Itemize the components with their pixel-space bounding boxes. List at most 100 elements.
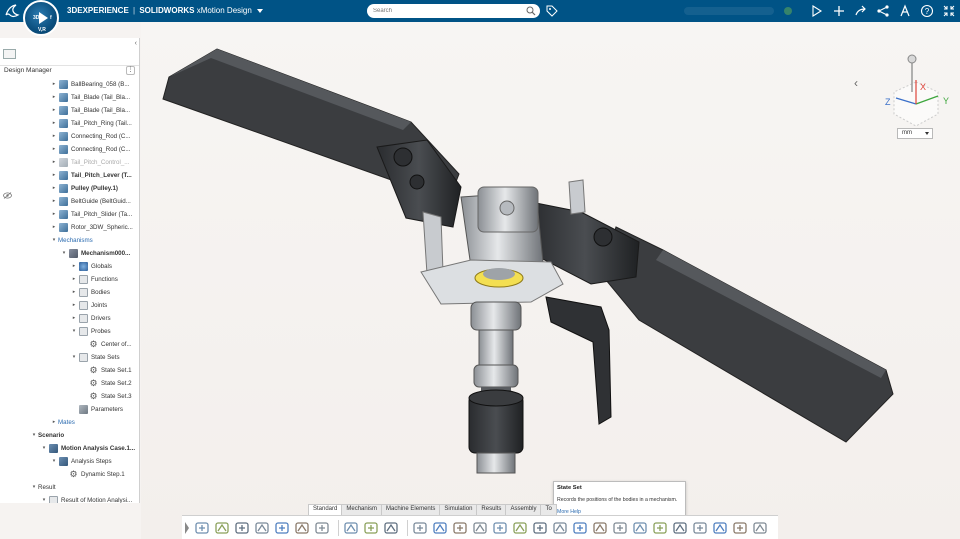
tree-item[interactable]: ▸ Joints: [0, 299, 139, 311]
tree-item[interactable]: ⚙ Center of...: [0, 338, 139, 350]
user-area[interactable]: [684, 7, 774, 15]
collapsed-arrow-icon[interactable]: ▸: [50, 159, 58, 165]
collapsed-arrow-icon[interactable]: ▸: [50, 133, 58, 139]
expanded-arrow-icon[interactable]: ▾: [70, 328, 78, 334]
tree-item[interactable]: ▾ Mechanism000...: [0, 247, 139, 259]
tree-tab-icon[interactable]: [3, 49, 16, 59]
3ds-logo-icon[interactable]: [4, 3, 20, 19]
more-options-icon[interactable]: ⋮: [126, 66, 135, 75]
tree-item[interactable]: ⚙ State Set.1: [0, 364, 139, 376]
expanded-arrow-icon[interactable]: ▾: [30, 484, 38, 490]
collapsed-arrow-icon[interactable]: ▸: [70, 315, 78, 321]
tree-item[interactable]: Parameters: [0, 403, 139, 415]
tree-item[interactable]: ▸ Mates: [0, 416, 139, 428]
tree-item[interactable]: ▸ Tail_Pitch_Control_...: [0, 156, 139, 168]
tree-item[interactable]: ▸ Connecting_Rod (C...: [0, 143, 139, 155]
driver-icon[interactable]: [532, 520, 548, 536]
expanded-arrow-icon[interactable]: ▾: [50, 458, 58, 464]
tree-item[interactable]: ▸ Tail_Blade (Tail_Bla...: [0, 91, 139, 103]
collapsed-arrow-icon[interactable]: ▸: [50, 198, 58, 204]
tree-item[interactable]: ▸ Tail_Blade (Tail_Bla...: [0, 104, 139, 116]
tab-mechanism[interactable]: Mechanism: [341, 504, 383, 515]
tree-item[interactable]: ▸ Pulley (Pulley.1): [0, 182, 139, 194]
share-icon[interactable]: [810, 4, 824, 18]
tree-item[interactable]: ⚙ Dynamic Step.1: [0, 468, 139, 480]
collapsed-arrow-icon[interactable]: ▸: [70, 263, 78, 269]
tree-item[interactable]: ▾ Result of Motion Analysi...: [0, 494, 139, 503]
expanded-arrow-icon[interactable]: ▾: [50, 237, 58, 243]
tree-item[interactable]: ▸ BeltGuide (BeltGuid...: [0, 195, 139, 207]
rotor-assembly-model[interactable]: [141, 22, 960, 539]
axis-triad-icon[interactable]: X Y Z: [876, 52, 956, 132]
tab-assembly[interactable]: Assembly: [505, 504, 542, 515]
search-icon[interactable]: [526, 6, 536, 16]
collapsed-arrow-icon[interactable]: ▸: [50, 211, 58, 217]
tree-item[interactable]: ⚙ State Set.3: [0, 390, 139, 402]
expanded-arrow-icon[interactable]: ▾: [30, 432, 38, 438]
network-icon[interactable]: [876, 4, 890, 18]
step-icon[interactable]: [672, 520, 688, 536]
tree-item[interactable]: ▾ Motion Analysis Case.1...: [0, 442, 139, 454]
search-input[interactable]: [367, 4, 517, 18]
close-fullscreen-icon[interactable]: [942, 4, 956, 18]
collapsed-arrow-icon[interactable]: ▸: [50, 94, 58, 100]
redo-icon[interactable]: [363, 520, 379, 536]
help-icon[interactable]: ?: [920, 4, 934, 18]
app-title[interactable]: 3DEXPERIENCE | SOLIDWORKS xMotion Design: [67, 6, 264, 15]
tree-item[interactable]: ▸ Drivers: [0, 312, 139, 324]
collapsed-arrow-icon[interactable]: ▸: [50, 224, 58, 230]
state-set-icon[interactable]: [552, 520, 568, 536]
tab-simulation[interactable]: Simulation: [439, 504, 478, 515]
collapsed-arrow-icon[interactable]: ▸: [50, 419, 58, 425]
collapsed-arrow-icon[interactable]: ▸: [50, 107, 58, 113]
measure-icon[interactable]: [632, 520, 648, 536]
collapsed-arrow-icon[interactable]: ▸: [70, 302, 78, 308]
tab-machine-elements[interactable]: Machine Elements: [381, 504, 441, 515]
engineering-connection-icon[interactable]: [412, 520, 428, 536]
update-icon[interactable]: [274, 520, 290, 536]
eye-hidden-icon[interactable]: [3, 192, 12, 199]
sensor-icon[interactable]: [592, 520, 608, 536]
tree-item[interactable]: ▾ State Sets: [0, 351, 139, 363]
scenario-a-icon[interactable]: [692, 520, 708, 536]
database-icon[interactable]: [194, 520, 210, 536]
toolbar-grip-icon[interactable]: [185, 522, 189, 534]
options-icon[interactable]: [314, 520, 330, 536]
gear-joint-icon[interactable]: [492, 520, 508, 536]
scenario-b-icon[interactable]: [712, 520, 728, 536]
collapsed-arrow-icon[interactable]: ▸: [70, 276, 78, 282]
help-icon[interactable]: [383, 520, 399, 536]
collapsed-arrow-icon[interactable]: ▸: [70, 289, 78, 295]
tree-item[interactable]: ▸ Rotor_3DW_Spheric...: [0, 221, 139, 233]
tree-item[interactable]: ▸ Tail_Pitch_Lever (T...: [0, 169, 139, 181]
joint-icon[interactable]: [472, 520, 488, 536]
plot-icon[interactable]: [612, 520, 628, 536]
tab-to[interactable]: To: [540, 504, 557, 515]
tree-item[interactable]: ▸ BallBearing_058 (B...: [0, 78, 139, 90]
expanded-arrow-icon[interactable]: ▾: [40, 497, 48, 503]
tree-item[interactable]: ▾ Mechanisms: [0, 234, 139, 246]
unit-select[interactable]: mm: [897, 128, 933, 139]
capture-icon[interactable]: [294, 520, 310, 536]
collapse-panel-icon[interactable]: ‹: [135, 40, 137, 47]
tree-item[interactable]: ▸ Bodies: [0, 286, 139, 298]
tree-item[interactable]: ▸ Tail_Pitch_Slider (Ta...: [0, 208, 139, 220]
expanded-arrow-icon[interactable]: ▾: [60, 250, 68, 256]
forward-icon[interactable]: [854, 4, 868, 18]
tree-item[interactable]: ▸ Connecting_Rod (C...: [0, 130, 139, 142]
collapsed-arrow-icon[interactable]: ▸: [50, 81, 58, 87]
compass-icon[interactable]: 3D f V,R: [23, 0, 59, 36]
box-icon[interactable]: [452, 520, 468, 536]
tree-item[interactable]: ▾ Scenario: [0, 429, 139, 441]
tree-item[interactable]: ▾ Analysis Steps: [0, 455, 139, 467]
collapsed-arrow-icon[interactable]: ▸: [50, 120, 58, 126]
probe-icon[interactable]: [572, 520, 588, 536]
settings-gear-icon[interactable]: [214, 520, 230, 536]
tab-standard[interactable]: Standard: [308, 504, 343, 515]
save-icon[interactable]: [234, 520, 250, 536]
add-icon[interactable]: [832, 4, 846, 18]
chevron-down-icon[interactable]: [257, 8, 264, 13]
tree-item[interactable]: ⚙ State Set.2: [0, 377, 139, 389]
chevron-left-icon[interactable]: ‹: [854, 76, 858, 90]
tree-item[interactable]: ▸ Globals: [0, 260, 139, 272]
